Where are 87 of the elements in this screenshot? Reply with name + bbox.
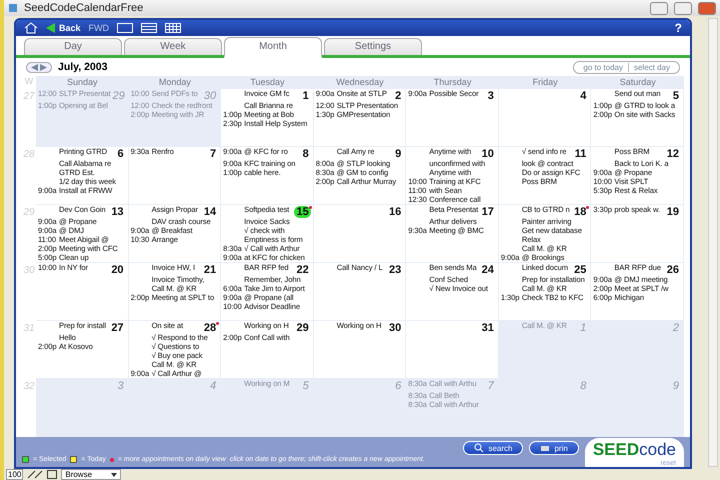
zoom-icon[interactable]: [27, 470, 44, 479]
printer-icon: [540, 443, 550, 454]
day-link[interactable]: select day: [628, 62, 675, 72]
tab[interactable]: Settings: [324, 38, 422, 55]
date-number: 14: [202, 206, 218, 218]
back-button[interactable]: Back: [46, 22, 81, 33]
date-number: 1: [579, 322, 588, 334]
date-number: 28: [202, 322, 218, 334]
month-title: July, 2003: [58, 61, 108, 74]
date-number: 27: [110, 322, 125, 334]
weekday-header: Monday: [128, 76, 222, 90]
date-number: 6: [116, 148, 125, 160]
weekday-header: Friday: [498, 76, 592, 90]
date-number: 23: [388, 264, 402, 276]
date-number: 10: [480, 148, 495, 160]
weekday-header: Wednesday: [314, 76, 406, 90]
date-number: 12: [666, 148, 680, 160]
search-button[interactable]: search: [463, 441, 524, 456]
more-dot-icon: [110, 458, 114, 462]
date-number: 22: [295, 264, 310, 276]
close-button[interactable]: [698, 2, 716, 14]
minimize-button[interactable]: [650, 2, 668, 14]
date-number: 4: [209, 380, 218, 392]
app-icon: [8, 3, 18, 13]
day-cell[interactable]: 4: [498, 89, 592, 148]
weekday-header: Saturday: [591, 76, 684, 90]
date-number: 30: [388, 322, 402, 334]
weekday-header: Sunday: [36, 76, 129, 90]
caret-icon: [111, 472, 118, 476]
date-number: 3: [486, 90, 495, 102]
tab[interactable]: Week: [124, 38, 222, 55]
date-number: 16: [388, 206, 402, 218]
layout-icon[interactable]: [47, 470, 58, 479]
month-arrows[interactable]: [26, 62, 52, 73]
date-number: 25: [573, 264, 588, 276]
date-number: 24: [480, 264, 495, 276]
search-icon: [474, 443, 484, 454]
date-number: 20: [110, 264, 125, 276]
help-button[interactable]: ?: [674, 20, 682, 35]
home-icon[interactable]: [24, 22, 38, 34]
date-number: 2: [672, 322, 680, 334]
date-number: 5: [302, 380, 310, 392]
tab[interactable]: Day: [24, 38, 122, 55]
today-swatch: [70, 456, 78, 464]
date-number: 21: [202, 264, 218, 276]
month-view-icon[interactable]: [165, 22, 182, 33]
date-number: 9: [672, 380, 680, 392]
date-number: 7: [209, 148, 218, 160]
date-number: 9: [394, 148, 402, 160]
week-view-icon[interactable]: [141, 22, 158, 33]
date-number: 13: [110, 206, 125, 218]
date-number: 29: [112, 90, 126, 102]
date-number: 19: [666, 206, 680, 218]
weekday-header: Thursday: [406, 76, 499, 90]
date-number: 2: [394, 90, 402, 102]
date-number: 6: [394, 380, 402, 392]
back-arrow-icon: [46, 22, 56, 33]
forward-button[interactable]: FWD: [88, 22, 110, 33]
date-number: 11: [574, 148, 588, 160]
print-button[interactable]: prin: [529, 441, 579, 456]
date-number: 3: [116, 380, 125, 392]
zoom-field[interactable]: 100: [6, 469, 24, 480]
day-view-icon[interactable]: [117, 22, 134, 33]
date-number: 26: [666, 264, 680, 276]
window-title: SeedCodeCalendarFree: [24, 2, 144, 14]
date-number: 29: [295, 322, 310, 334]
next-icon[interactable]: [40, 64, 47, 71]
weekday-header: Tuesday: [221, 76, 314, 90]
tab[interactable]: Month: [224, 36, 322, 58]
date-number: 1: [302, 90, 310, 102]
date-number: 31: [480, 322, 495, 334]
date-number: 4: [579, 90, 588, 102]
date-number: 17: [480, 206, 495, 218]
date-number: 5: [672, 90, 680, 102]
day-link[interactable]: go to today: [578, 62, 628, 72]
selected-swatch: [22, 456, 29, 464]
day-cell[interactable]: 16: [314, 205, 406, 264]
day-cell[interactable]: 31: [406, 321, 499, 380]
date-number: 18: [573, 206, 588, 218]
mode-dropdown[interactable]: Browse: [61, 469, 122, 480]
date-number: 30: [202, 90, 218, 102]
date-number: 8: [302, 148, 310, 160]
previous-icon[interactable]: [31, 64, 38, 71]
maximize-button[interactable]: [674, 2, 692, 14]
date-number: 15: [294, 206, 311, 218]
date-number: 7: [486, 380, 496, 392]
date-number: 8: [579, 380, 588, 392]
